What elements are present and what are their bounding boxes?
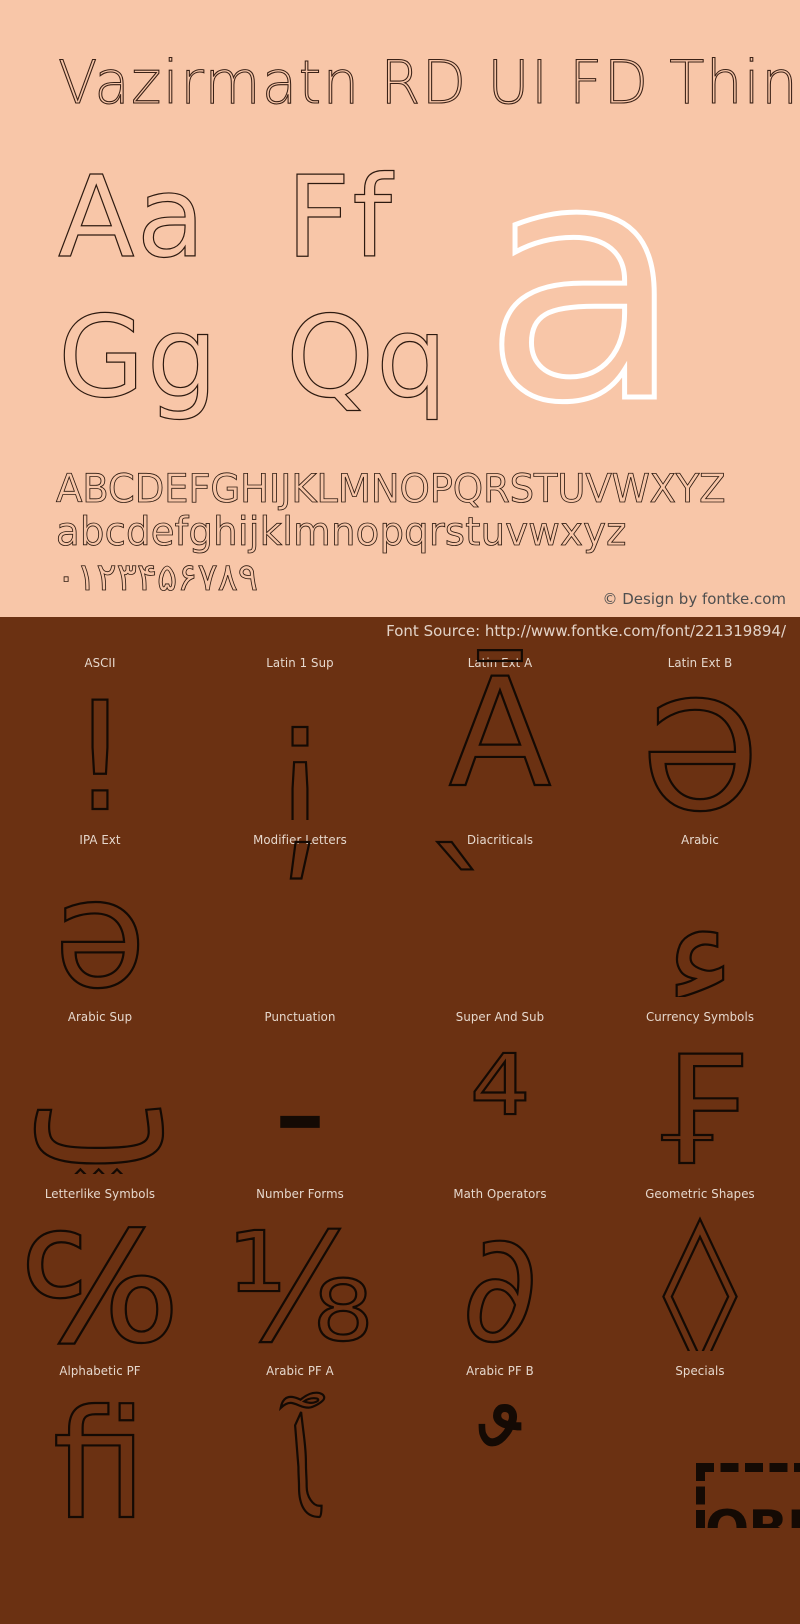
- uppercase-alphabet-row: ABCDEFGHIJKLMNOPQRSTUVWXYZ: [56, 467, 726, 512]
- glyph-cell-specials[interactable]: Specials OBJ: [600, 1351, 800, 1528]
- glyph-cell-sample: ʹ: [278, 824, 322, 997]
- glyph-cell-arabic[interactable]: Arabic ء: [600, 820, 800, 997]
- glyph-cell-sample: ‐: [272, 1025, 328, 1174]
- lowercase-alphabet-row: abcdefghijklmnopqrstuvwxyz: [56, 510, 627, 555]
- glyph-cell-latin-ext-a[interactable]: Latin Ext A Ā: [400, 643, 600, 820]
- glyph-cell-label: Math Operators: [453, 1186, 547, 1201]
- glyph-cell-punctuation[interactable]: Punctuation ‐: [200, 997, 400, 1174]
- glyph-cell-sample: ﬁ: [52, 1379, 149, 1528]
- glyph-cell-number-forms[interactable]: Number Forms ⅛: [200, 1174, 400, 1351]
- glyph-cell-label: Punctuation: [264, 1009, 336, 1024]
- glyph-cell-sample: ̀: [400, 825, 600, 997]
- glyph-cell-label: ASCII: [84, 655, 116, 670]
- glyph-cell-label: Letterlike Symbols: [44, 1186, 156, 1201]
- glyph-cell-sample: ݐ: [11, 1025, 189, 1174]
- glyph-cell-sample: ﭑ: [280, 1379, 321, 1528]
- glyph-cell-label: Geometric Shapes: [645, 1186, 755, 1201]
- specimen-panel: Vazirmatn RD UI FD Thin Aa Ff Gg Qq a AB…: [0, 0, 800, 617]
- glyph-cell-label: Latin Ext B: [667, 655, 733, 670]
- glyph-cell-arabic-sup[interactable]: Arabic Sup ݐ: [0, 997, 200, 1174]
- glyph-cell-arabic-pf-a[interactable]: Arabic PF A ﭑ: [200, 1351, 400, 1528]
- glyph-cell-modifier-letters[interactable]: Modifier Letters ʹ: [200, 820, 400, 997]
- glyph-cell-sample: ə: [53, 848, 147, 997]
- font-source-link[interactable]: Font Source: http://www.fontke.com/font/…: [386, 621, 786, 641]
- glyph-cell-sample: ℅: [22, 1202, 177, 1351]
- glyph-cell-label: Specials: [675, 1363, 725, 1378]
- letter-pair-qq: Qq: [285, 293, 450, 423]
- glyph-cell-arabic-pf-b[interactable]: Arabic PF B ﹲ: [400, 1351, 600, 1528]
- glyph-cell-alphabetic-pf[interactable]: Alphabetic PF ﬁ: [0, 1351, 200, 1528]
- feature-letter: a: [479, 91, 686, 475]
- letter-pair-ff: Ff: [285, 153, 394, 283]
- glyph-cell-geometric-shapes[interactable]: Geometric Shapes ◊: [600, 1174, 800, 1351]
- glyph-cell-diacriticals[interactable]: Diacriticals ̀: [400, 820, 600, 997]
- glyph-grid-panel: Font Source: http://www.fontke.com/font/…: [0, 617, 800, 1624]
- glyph-cell-label: Currency Symbols: [645, 1009, 755, 1024]
- glyph-cell-label: Arabic: [681, 832, 719, 847]
- glyph-cell-label: Arabic Sup: [67, 1009, 133, 1024]
- glyph-cell-sample: Ə: [640, 671, 760, 820]
- glyph-cell-super-and-sub[interactable]: Super And Sub ⁴: [400, 997, 600, 1174]
- glyph-cell-ascii[interactable]: ASCII !: [0, 643, 200, 820]
- letter-pair-gg: Gg: [57, 293, 220, 423]
- glyph-cell-latin-1-sup[interactable]: Latin 1 Sup ¡: [200, 643, 400, 820]
- object-replacement-icon: OBJ: [696, 1463, 800, 1528]
- glyph-cell-letterlike-symbols[interactable]: Letterlike Symbols ℅: [0, 1174, 200, 1351]
- glyph-cell-label: Arabic PF A: [266, 1363, 334, 1378]
- glyph-cell-sample: OBJ: [705, 1502, 800, 1528]
- design-credit: © Design by fontke.com: [602, 590, 786, 608]
- glyph-cell-sample: ₣: [651, 1025, 749, 1174]
- glyph-cell-sample: ء: [664, 866, 737, 997]
- glyph-cell-sample: ﹲ: [478, 1397, 522, 1528]
- glyph-cell-label: Number Forms: [256, 1186, 344, 1201]
- glyph-cell-label: IPA Ext: [79, 832, 121, 847]
- glyph-cell-sample: ¡: [269, 671, 331, 820]
- glyph-cell-sample: ∂: [460, 1202, 540, 1351]
- glyph-cell-sample: !: [69, 671, 131, 820]
- letter-pair-grid: Aa Ff Gg Qq: [57, 153, 478, 423]
- glyph-cell-latin-ext-b[interactable]: Latin Ext B Ə: [600, 643, 800, 820]
- font-title: Vazirmatn RD UI FD Thin: [57, 47, 800, 118]
- glyph-cell-label: Alphabetic PF: [59, 1363, 141, 1378]
- glyph-cell-label: Latin 1 Sup: [266, 655, 334, 670]
- glyph-cell-sample: ⅛: [226, 1202, 374, 1351]
- glyph-cell-label: Super And Sub: [455, 1009, 545, 1024]
- glyph-cell-math-operators[interactable]: Math Operators ∂: [400, 1174, 600, 1351]
- glyph-cell-ipa-ext[interactable]: IPA Ext ə: [0, 820, 200, 997]
- alphabet-block: ABCDEFGHIJKLMNOPQRSTUVWXYZ abcdefghijklm…: [56, 468, 756, 600]
- glyph-cell-sample: ◊: [662, 1202, 738, 1351]
- glyph-cell-label: Arabic PF B: [466, 1363, 534, 1378]
- glyph-cell-sample: ⁴: [469, 1025, 531, 1174]
- letter-pair-aa: Aa: [57, 153, 208, 283]
- glyph-cell-sample: Ā: [448, 647, 553, 820]
- unicode-block-grid: ASCII ! Latin 1 Sup ¡ Latin Ext A Ā Lati…: [0, 643, 800, 1528]
- glyph-cell-currency-symbols[interactable]: Currency Symbols ₣: [600, 997, 800, 1174]
